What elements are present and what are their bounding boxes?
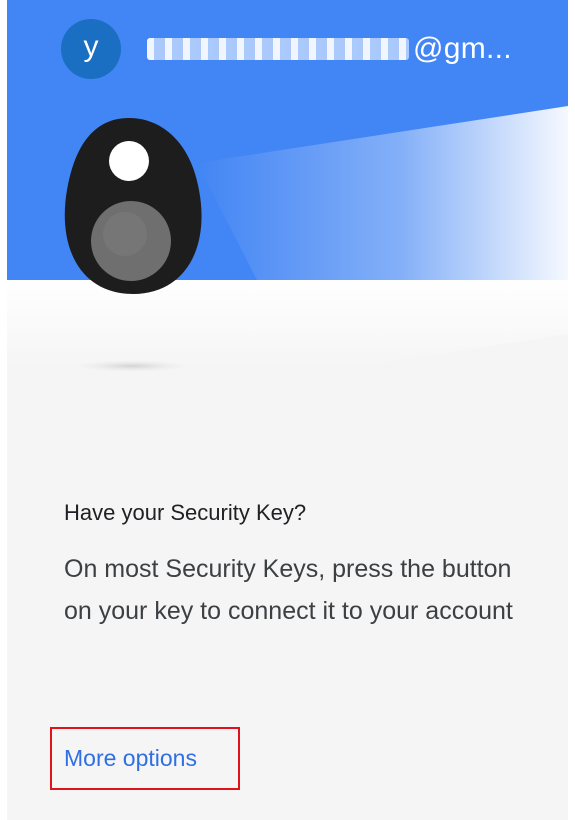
prompt-title: Have your Security Key? (64, 500, 307, 525)
security-key-screen: y @gm... Have your Security Key? On most… (7, 0, 568, 820)
hero-graphic (7, 98, 568, 388)
email-domain-text: @gm... (413, 32, 512, 65)
security-key-prompt: Have your Security Key? On most Security… (64, 500, 544, 632)
key-ring-hole (109, 141, 149, 181)
security-key-illustration (7, 98, 568, 388)
prompt-description: On most Security Keys, press the button … (64, 555, 513, 625)
more-options-link[interactable]: More options (50, 727, 240, 790)
avatar[interactable]: y (61, 19, 121, 79)
account-header: y @gm... (7, 0, 568, 98)
account-email: @gm... (147, 29, 557, 69)
redacted-email-text (147, 38, 409, 60)
